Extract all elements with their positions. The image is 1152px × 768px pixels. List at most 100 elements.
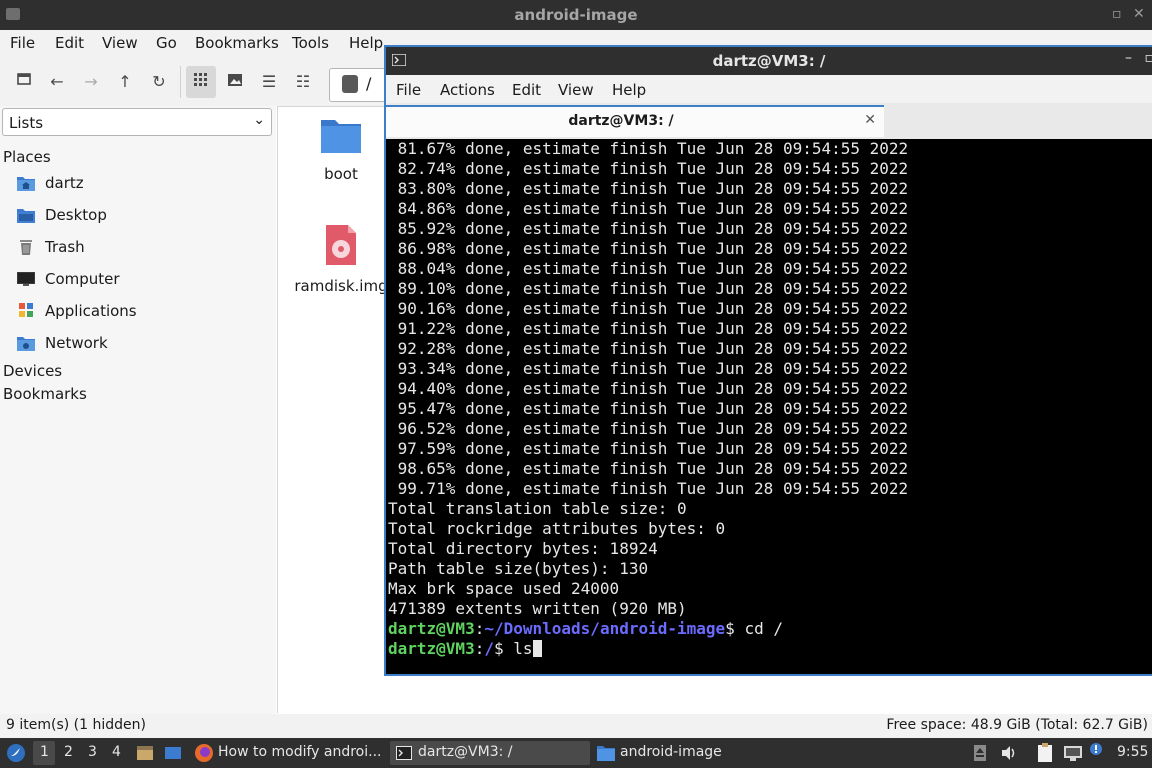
bookmarks-header[interactable]: Bookmarks bbox=[3, 385, 87, 403]
sidebar-item-label: Network bbox=[45, 334, 108, 352]
network-icon bbox=[17, 337, 35, 351]
path-bar[interactable]: / bbox=[329, 68, 391, 102]
sidebar-item-trash[interactable]: Trash bbox=[16, 236, 266, 260]
workspace-2[interactable]: 2 bbox=[64, 744, 73, 760]
eject-icon[interactable] bbox=[973, 744, 987, 762]
new-window-icon[interactable] bbox=[12, 70, 36, 94]
prompt-line-2[interactable]: dartz@VM3:/$ ls bbox=[388, 639, 542, 659]
terminal-line: 93.34% done, estimate finish Tue Jun 28 … bbox=[388, 359, 909, 378]
workspace-3[interactable]: 3 bbox=[88, 744, 97, 760]
devices-header[interactable]: Devices bbox=[3, 362, 62, 380]
terminal-line: 99.71% done, estimate finish Tue Jun 28 … bbox=[388, 479, 909, 498]
volume-icon[interactable] bbox=[1000, 744, 1018, 762]
taskbar: 1 2 3 4 How to modify androi... dartz@VM… bbox=[0, 738, 1152, 768]
prompt-command: cd / bbox=[734, 619, 783, 638]
menu-bookmarks[interactable]: Bookmarks bbox=[195, 34, 279, 52]
reload-icon[interactable]: ↻ bbox=[147, 70, 171, 94]
terminal-line: 85.92% done, estimate finish Tue Jun 28 … bbox=[388, 219, 909, 238]
terminal-line: 83.80% done, estimate finish Tue Jun 28 … bbox=[388, 179, 909, 198]
terminal-line: 89.10% done, estimate finish Tue Jun 28 … bbox=[388, 279, 909, 298]
forward-icon[interactable]: → bbox=[79, 70, 103, 94]
close-tab-icon[interactable]: ✕ bbox=[864, 112, 876, 128]
sidebar-item-dartz[interactable]: dartz bbox=[16, 172, 266, 196]
network-status-icon[interactable] bbox=[1062, 744, 1084, 762]
menu-view[interactable]: View bbox=[102, 34, 138, 52]
thumbnail-view-icon[interactable] bbox=[223, 70, 247, 94]
path-text: / bbox=[366, 74, 372, 93]
menu-help[interactable]: Help bbox=[349, 34, 383, 52]
menu-actions[interactable]: Actions bbox=[440, 81, 495, 99]
sidebar-item-applications[interactable]: Applications bbox=[16, 300, 266, 324]
places-header: Places bbox=[3, 148, 51, 166]
menu-help[interactable]: Help bbox=[612, 81, 646, 99]
clock[interactable]: 9:55 bbox=[1117, 744, 1148, 760]
sidebar-item-network[interactable]: Network bbox=[16, 332, 266, 356]
workspace-4[interactable]: 4 bbox=[112, 744, 121, 760]
detailed-view-icon[interactable]: ☷ bbox=[291, 70, 315, 94]
back-icon[interactable]: ← bbox=[45, 70, 69, 94]
terminal-titlebar: dartz@VM3: / – ▫ bbox=[386, 47, 1152, 75]
notification-icon[interactable] bbox=[1089, 742, 1103, 756]
file-item-boot[interactable]: boot bbox=[291, 117, 391, 183]
compact-view-icon[interactable]: ☰ bbox=[257, 70, 281, 94]
file-item-ramdisk[interactable]: ramdisk.img bbox=[291, 223, 391, 295]
sidebar-item-label: Desktop bbox=[45, 206, 107, 224]
terminal-tabbar: dartz@VM3: / ✕ bbox=[386, 103, 1152, 139]
terminal-line: 471389 extents written (920 MB) bbox=[388, 599, 687, 618]
terminal-line: Total translation table size: 0 bbox=[388, 499, 687, 518]
maximize-icon[interactable]: ▫ bbox=[1145, 50, 1152, 66]
prompt-dollar: $ bbox=[725, 619, 735, 638]
terminal-line: 95.47% done, estimate finish Tue Jun 28 … bbox=[388, 399, 909, 418]
close-icon[interactable]: ✕ bbox=[1133, 6, 1145, 22]
minimize-icon[interactable]: – bbox=[1125, 50, 1132, 66]
clipboard-icon[interactable] bbox=[1034, 742, 1056, 764]
prompt-path: ~/Downloads/android-image bbox=[484, 619, 726, 638]
tab-terminal[interactable]: dartz@VM3: / ✕ bbox=[386, 105, 884, 137]
sidebar-mode-select[interactable]: Lists ⌄ bbox=[2, 108, 272, 136]
desktop-icon bbox=[17, 209, 35, 223]
computer-icon bbox=[17, 272, 35, 286]
menu-go[interactable]: Go bbox=[156, 34, 177, 52]
status-item-count: 9 item(s) (1 hidden) bbox=[6, 717, 146, 733]
menu-tools[interactable]: Tools bbox=[292, 34, 329, 52]
terminal-line: 86.98% done, estimate finish Tue Jun 28 … bbox=[388, 239, 909, 258]
task-file-manager[interactable]: android-image bbox=[594, 741, 794, 765]
prompt-command: ls bbox=[503, 639, 533, 658]
terminal-line: 88.04% done, estimate finish Tue Jun 28 … bbox=[388, 259, 909, 278]
menu-file[interactable]: File bbox=[396, 81, 421, 99]
terminal-line: 94.40% done, estimate finish Tue Jun 28 … bbox=[388, 379, 909, 398]
file-manager-titlebar: android-image ▫ ✕ bbox=[0, 0, 1152, 30]
up-icon[interactable]: ↑ bbox=[113, 70, 137, 94]
terminal-line: 92.28% done, estimate finish Tue Jun 28 … bbox=[388, 339, 909, 358]
minimize-icon[interactable]: ▫ bbox=[1112, 6, 1122, 22]
menu-edit[interactable]: Edit bbox=[55, 34, 84, 52]
show-desktop-icon[interactable] bbox=[163, 743, 183, 763]
terminal-title: dartz@VM3: / bbox=[712, 52, 826, 70]
home-folder-icon bbox=[17, 177, 35, 191]
icon-view-icon[interactable] bbox=[186, 66, 216, 98]
workspace-1[interactable]: 1 bbox=[40, 744, 49, 760]
terminal-line: 96.52% done, estimate finish Tue Jun 28 … bbox=[388, 419, 909, 438]
task-terminal[interactable]: dartz@VM3: / bbox=[390, 741, 590, 765]
disk-image-icon bbox=[326, 225, 356, 265]
terminal-output[interactable]: 81.67% done, estimate finish Tue Jun 28 … bbox=[386, 139, 1152, 674]
file-manager-launcher-icon[interactable] bbox=[135, 743, 155, 763]
task-firefox[interactable]: How to modify androi... bbox=[192, 741, 386, 765]
folder-icon bbox=[597, 746, 615, 761]
file-manager-statusbar: 9 item(s) (1 hidden) Free space: 48.9 Gi… bbox=[0, 714, 1152, 738]
file-manager-title: android-image bbox=[514, 6, 638, 24]
menu-view[interactable]: View bbox=[558, 81, 594, 99]
sidebar-item-computer[interactable]: Computer bbox=[16, 268, 266, 292]
start-menu-icon[interactable] bbox=[6, 743, 26, 763]
task-label: dartz@VM3: / bbox=[418, 744, 513, 760]
chevron-down-icon: ⌄ bbox=[253, 112, 265, 128]
terminal-window[interactable]: dartz@VM3: / – ▫ File Actions Edit View … bbox=[384, 45, 1152, 676]
prompt-dollar: $ bbox=[493, 639, 504, 658]
sidebar-item-desktop[interactable]: Desktop bbox=[16, 204, 266, 228]
sidebar-item-label: Applications bbox=[45, 302, 137, 320]
prompt-user: dartz@VM3 bbox=[388, 619, 475, 638]
tab-label: dartz@VM3: / bbox=[568, 113, 674, 129]
menu-edit[interactable]: Edit bbox=[512, 81, 541, 99]
menu-file[interactable]: File bbox=[10, 34, 35, 52]
prompt-user: dartz@VM3 bbox=[388, 639, 475, 658]
